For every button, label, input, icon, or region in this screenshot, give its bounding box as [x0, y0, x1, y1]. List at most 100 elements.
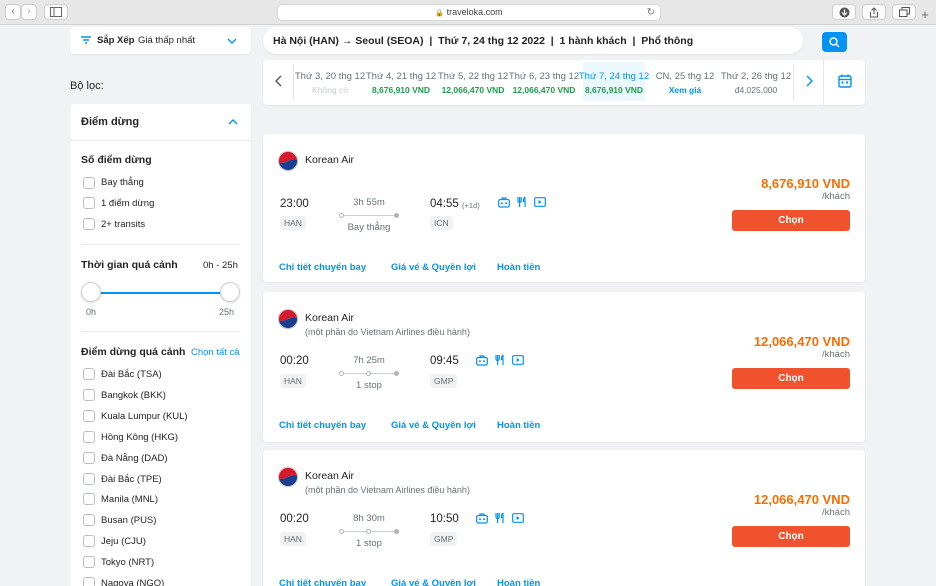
checkbox-direct[interactable]: [83, 177, 95, 189]
depart-time: 00:20: [280, 513, 309, 525]
sidebar-toggle-button[interactable]: [44, 4, 68, 20]
checkbox-label: Đài Bắc (TSA): [101, 369, 162, 380]
korean-air-logo: [278, 467, 298, 487]
layover-points-heading: Điểm dừng quá cảnh: [81, 346, 186, 358]
chevron-up-icon[interactable]: [228, 119, 238, 125]
refund-link[interactable]: Hoàn tiền: [497, 420, 540, 431]
calendar-icon[interactable]: [838, 74, 852, 88]
day-offset: (+1d): [462, 201, 480, 210]
baggage-icon: [476, 513, 488, 524]
chevron-right-icon[interactable]: [805, 75, 813, 87]
filter-title: Bộ lọc:: [70, 80, 104, 92]
checkbox-layover-point[interactable]: [83, 409, 95, 422]
forward-button[interactable]: ›: [21, 4, 37, 20]
fare-benefits-link[interactable]: Giá vé & Quyền lợi: [391, 420, 476, 431]
sort-dropdown[interactable]: Sắp Xếp Giá thấp nhất: [70, 27, 251, 54]
select-all-link[interactable]: Chọn tất cả: [191, 347, 240, 358]
checkbox-label: 1 điểm dừng: [101, 198, 155, 209]
date-tab[interactable]: CN, 25 thg 12 Xem giá: [649, 65, 721, 101]
arrive-time: 10:50: [430, 513, 459, 525]
checkbox-two-plus[interactable]: [83, 218, 95, 230]
new-tab-icon[interactable]: +: [918, 8, 932, 22]
flight-card[interactable]: Korean Air (một phần do Vietnam Airlines…: [263, 292, 865, 442]
stops-section-title[interactable]: Điểm dừng: [81, 116, 139, 128]
search-button[interactable]: [822, 32, 847, 52]
range-slider-min-handle[interactable]: [81, 282, 101, 302]
flight-duration: 3h 55m: [353, 197, 385, 208]
search-summary-bar[interactable]: Hà Nội (HAN) → Seoul (SEOA) | Thứ 7, 24 …: [263, 27, 803, 54]
flight-details-link[interactable]: Chi tiết chuyến bay: [279, 420, 366, 431]
fare-benefits-link[interactable]: Giá vé & Quyền lợi: [391, 578, 476, 586]
route-start-dot: [339, 213, 344, 218]
lock-icon: 🔒: [435, 10, 445, 17]
flight-price: 8,676,910 VND: [761, 176, 850, 191]
checkbox-layover-point[interactable]: [83, 388, 95, 401]
checkbox-label: 2+ transits: [101, 219, 146, 230]
fare-benefits-link[interactable]: Giá vé & Quyền lợi: [391, 262, 476, 273]
price-per-pax: /khách: [822, 349, 850, 360]
date-tab[interactable]: Thứ 2, 26 thg 12 đ4,025,000: [720, 65, 792, 101]
share-icon: [870, 7, 878, 18]
checkbox-label: Bangkok (BKK): [101, 389, 166, 401]
date-tab[interactable]: Thứ 6, 23 thg 12 12,066,470 VND: [508, 65, 580, 101]
chevron-left-icon[interactable]: [275, 75, 283, 87]
flight-details-link[interactable]: Chi tiết chuyến bay: [279, 262, 366, 273]
route-start-dot: [339, 529, 344, 534]
checkbox-layover-point[interactable]: [83, 472, 95, 485]
airline-name: Korean Air: [305, 312, 355, 324]
checkbox-layover-point[interactable]: [83, 368, 95, 380]
date-tab[interactable]: Thứ 4, 21 thg 12 8,676,910 VND: [365, 65, 437, 101]
address-bar[interactable]: 🔒 traveloka.com ↻: [277, 4, 661, 21]
price-per-pax: /khách: [822, 507, 850, 518]
filter-panel: [70, 104, 251, 586]
divider: [81, 244, 240, 245]
browser-toolbar: ‹ › 🔒 traveloka.com ↻ +: [0, 0, 936, 25]
arrive-airport: GMP: [430, 532, 458, 546]
checkbox-label: Hồng Kông (HKG): [101, 431, 179, 443]
date-tab[interactable]: Thứ 5, 22 thg 12 12,066,470 VND: [437, 65, 509, 101]
back-button[interactable]: ‹: [5, 4, 21, 20]
select-flight-button[interactable]: Chọn: [732, 210, 850, 231]
flight-duration: 7h 25m: [353, 355, 385, 366]
checkbox-layover-point[interactable]: [83, 556, 95, 569]
flight-card[interactable]: Korean Air (một phần do Vietnam Airlines…: [263, 450, 865, 586]
download-button[interactable]: [832, 4, 856, 20]
checkbox-layover-point[interactable]: [83, 451, 95, 464]
route-stop-dot: [366, 529, 371, 534]
select-flight-button[interactable]: Chọn: [732, 526, 850, 547]
sort-label: Sắp Xếp: [97, 35, 135, 46]
flight-card[interactable]: Korean Air 23:00 HAN 3h 55m Bay thẳng 04…: [263, 134, 865, 282]
date-tab-selected[interactable]: Thứ 7, 24 thg 12 8,676,910 VND: [578, 65, 650, 101]
layover-time-heading: Thời gian quá cảnh: [81, 259, 178, 271]
select-flight-button[interactable]: Chọn: [732, 368, 850, 389]
arrive-time: 09:45: [430, 355, 459, 367]
checkbox-layover-point[interactable]: [83, 493, 95, 506]
stops-heading: Số điểm dừng: [81, 154, 152, 166]
flight-details-link[interactable]: Chi tiết chuyến bay: [279, 578, 366, 586]
download-icon: [839, 7, 849, 18]
share-button[interactable]: [862, 4, 886, 20]
checkbox-layover-point[interactable]: [83, 577, 95, 586]
refund-link[interactable]: Hoàn tiền: [497, 262, 540, 273]
checkbox-layover-point[interactable]: [83, 514, 95, 527]
route-end-dot: [394, 213, 399, 218]
divider: [70, 140, 251, 141]
range-slider-max-handle[interactable]: [220, 282, 240, 302]
checkbox-layover-point[interactable]: [83, 430, 95, 443]
checkbox-layover-point[interactable]: [83, 535, 95, 548]
sidebar-icon: [50, 7, 62, 17]
route-line: [341, 215, 397, 216]
search-summary-text: Hà Nội (HAN) → Seoul (SEOA) | Thứ 7, 24 …: [273, 35, 694, 47]
korean-air-logo: [278, 151, 298, 171]
reload-icon[interactable]: ↻: [647, 5, 655, 20]
entertainment-icon: [512, 355, 524, 365]
stops-info: 1 stop: [356, 538, 382, 549]
checkbox-label: Tokyo (NRT): [101, 557, 155, 569]
refund-link[interactable]: Hoàn tiền: [497, 578, 540, 586]
operated-by: (một phần do Vietnam Airlines điều hành): [305, 485, 470, 495]
checkbox-one-stop[interactable]: [83, 197, 95, 209]
flight-price: 12,066,470 VND: [753, 334, 850, 349]
airline-name: Korean Air: [305, 470, 355, 482]
tabs-button[interactable]: [892, 4, 916, 20]
date-tab[interactable]: Thứ 3, 20 thg 12 Không có: [294, 65, 366, 101]
